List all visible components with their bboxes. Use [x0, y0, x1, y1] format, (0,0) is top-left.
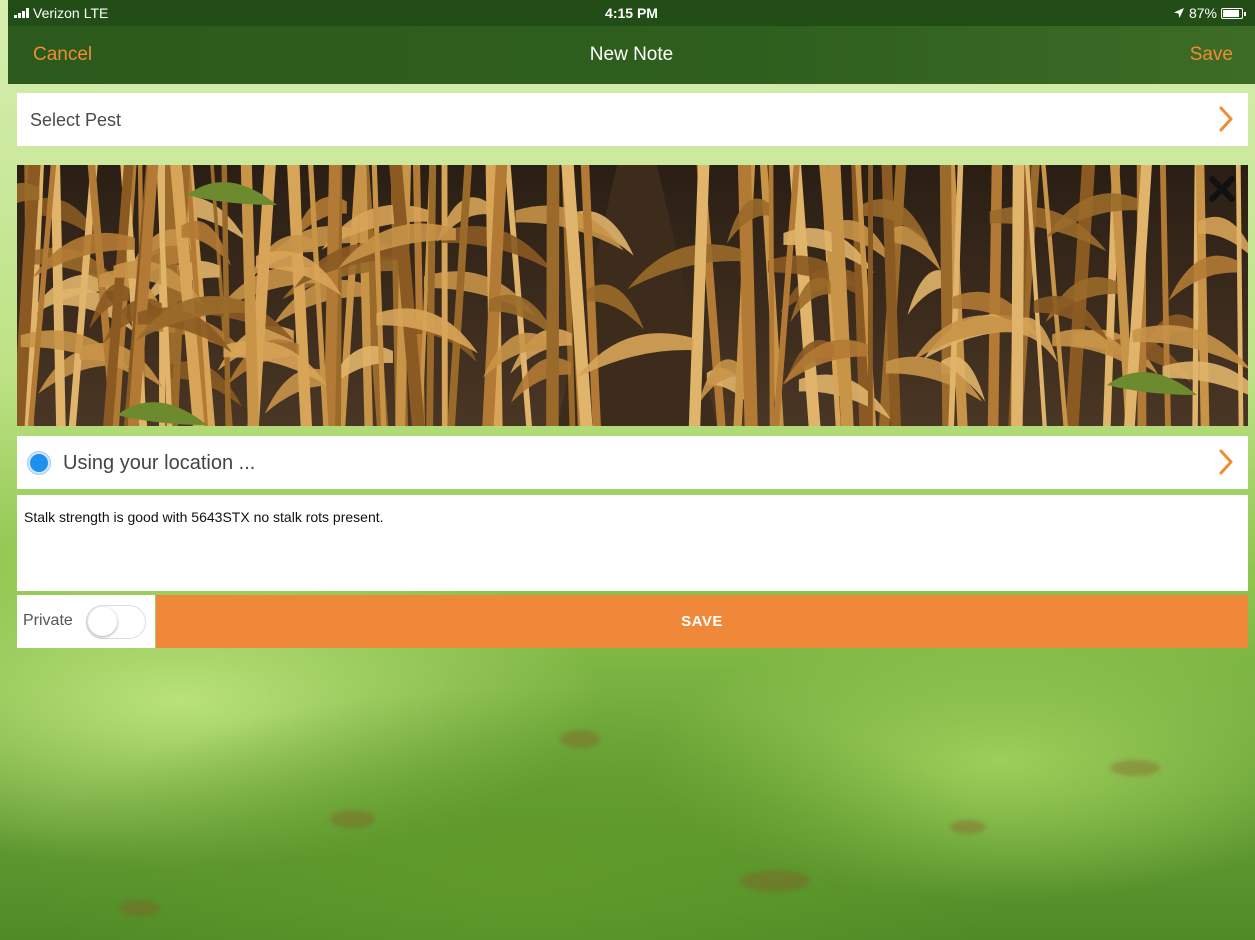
location-row[interactable]: Using your location ...	[17, 436, 1248, 489]
cancel-button[interactable]: Cancel	[33, 44, 92, 66]
leaf-spot	[950, 820, 986, 834]
select-pest-row[interactable]: Select Pest	[17, 93, 1248, 146]
chevron-right-icon	[1219, 449, 1233, 475]
corn-field-image	[17, 165, 1248, 426]
close-x-icon[interactable]	[1206, 173, 1238, 205]
save-nav-button[interactable]: Save	[1190, 44, 1233, 66]
private-toggle-group: Private	[17, 595, 155, 648]
battery-percent: 87%	[1188, 5, 1217, 21]
location-arrow-icon	[1173, 8, 1184, 18]
select-pest-label: Select Pest	[30, 110, 122, 130]
status-right: 87%	[1173, 5, 1246, 21]
toggle-knob	[88, 607, 117, 636]
location-label: Using your location ...	[63, 452, 256, 474]
page-title: New Note	[589, 44, 674, 65]
private-label: Private	[23, 612, 73, 629]
private-toggle[interactable]	[86, 605, 146, 639]
note-textarea[interactable]: Stalk strength is good with 5643STX no s…	[17, 495, 1248, 591]
nav-bar: Cancel New Note Save	[8, 26, 1255, 84]
leaf-spot	[560, 730, 600, 748]
corn-field-photo	[17, 165, 1248, 426]
chevron-right-icon	[1219, 106, 1233, 132]
leaf-spot	[1110, 760, 1160, 776]
location-radio-icon[interactable]	[28, 452, 50, 474]
battery-icon	[1221, 7, 1246, 19]
leaf-spot	[740, 870, 810, 892]
save-button[interactable]: SAVE	[156, 595, 1248, 648]
status-bar: Verizon LTE 4:15 PM 87%	[8, 0, 1255, 26]
leaf-spot	[330, 810, 375, 828]
status-time: 4:15 PM	[605, 5, 658, 21]
leaf-spot	[120, 900, 160, 916]
